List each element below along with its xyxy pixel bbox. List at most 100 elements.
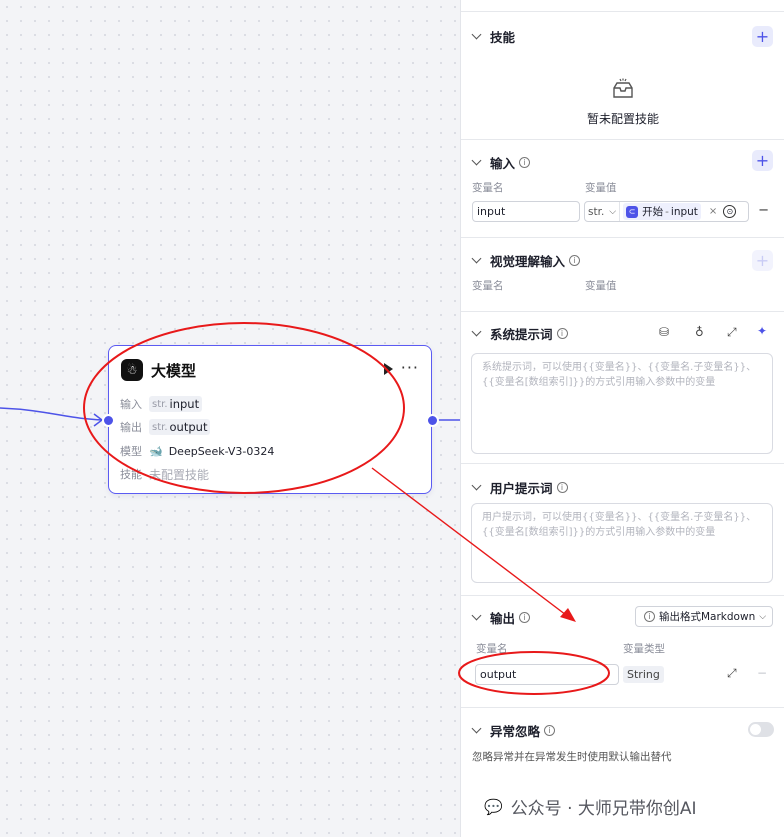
output-var-name-value: output bbox=[480, 668, 517, 681]
info-icon: i bbox=[519, 156, 531, 168]
incoming-edge-arrow bbox=[93, 413, 104, 427]
inputs-title: 输入 bbox=[490, 155, 516, 171]
skill-row-label: 技能 bbox=[120, 468, 142, 481]
outputs-title: 输出 bbox=[490, 610, 516, 626]
skill-value: 未配置技能 bbox=[149, 467, 210, 482]
collapse-chevron-icon bbox=[471, 326, 482, 336]
node-model-row: 模型 🐋 DeepSeek-V3-0324 bbox=[120, 442, 274, 460]
remove-input-icon[interactable]: − bbox=[758, 203, 769, 218]
skills-section: 技能 + 暂未配置技能 bbox=[461, 11, 784, 140]
model-name: DeepSeek-V3-0324 bbox=[168, 444, 275, 458]
output-format-select[interactable]: i 输出格式 Markdown ⌵ bbox=[635, 606, 773, 627]
input-var-name-field[interactable]: input bbox=[472, 201, 580, 222]
vision-title: 视觉理解输入 bbox=[490, 253, 566, 269]
info-icon: i bbox=[556, 481, 568, 493]
input-chip: str. input bbox=[149, 396, 203, 412]
more-options-icon[interactable]: ··· bbox=[401, 358, 419, 377]
remove-output-icon[interactable]: − bbox=[757, 666, 767, 680]
output-var-type-badge: String bbox=[623, 666, 664, 683]
outputs-header[interactable]: 输出 i bbox=[471, 607, 531, 627]
wechat-icon: 💬 bbox=[484, 797, 503, 816]
expand-icon[interactable]: ⤢ bbox=[727, 325, 737, 340]
start-node-icon: ⊂ bbox=[626, 205, 639, 218]
prompt-library-icon[interactable]: ⛁ bbox=[659, 325, 669, 339]
variable-reference-chip[interactable]: ⊂ 开始 - input bbox=[623, 203, 701, 220]
incoming-edge bbox=[0, 407, 109, 421]
vision-input-section: 视觉理解输入 i + 变量名 变量值 bbox=[461, 238, 784, 312]
output-col-name-label: 变量名 bbox=[476, 643, 508, 655]
skills-header[interactable]: 技能 bbox=[471, 26, 516, 46]
input-row-label: 输入 bbox=[120, 398, 142, 411]
output-port[interactable] bbox=[426, 414, 439, 427]
add-input-button[interactable]: + bbox=[752, 150, 773, 171]
collapse-chevron-icon bbox=[471, 610, 482, 620]
node-title: 大模型 bbox=[151, 361, 197, 380]
output-row-label: 输出 bbox=[120, 421, 142, 434]
model-row-label: 模型 bbox=[120, 445, 142, 458]
clear-reference-icon[interactable]: × bbox=[709, 206, 717, 217]
system-prompt-section: 系统提示词 i ⛁ ♁ ⤢ ✦ 系统提示词，可以使用{{变量名}}、{{变量名.… bbox=[461, 312, 784, 464]
user-prompt-section: 用户提示词 i 用户提示词，可以使用{{变量名}}、{{变量名.子变量名}}、{… bbox=[461, 464, 784, 596]
watermark-text: 公众号 · 大师兄带你创AI bbox=[510, 799, 697, 819]
collapse-chevron-icon bbox=[471, 155, 482, 165]
inputs-header[interactable]: 输入 i bbox=[471, 152, 531, 172]
user-prompt-header[interactable]: 用户提示词 i bbox=[471, 477, 568, 497]
inputs-section: 输入 i + 变量名 变量值 input str. ⌵ ⊂ 开始 - input… bbox=[461, 140, 784, 238]
chevron-down-icon: ⌵ bbox=[609, 206, 617, 217]
type-select-value: str. bbox=[588, 205, 605, 218]
deepseek-whale-icon: 🐋 bbox=[149, 444, 163, 458]
ref-var: input bbox=[670, 205, 698, 218]
node-skill-row: 技能 未配置技能 bbox=[120, 465, 209, 483]
output-type: str. bbox=[152, 421, 168, 433]
empty-box-icon bbox=[613, 78, 633, 98]
ai-optimize-icon[interactable]: ✦ bbox=[757, 324, 767, 338]
add-vision-input-button[interactable]: + bbox=[752, 250, 773, 271]
type-select[interactable]: str. ⌵ bbox=[585, 202, 621, 221]
output-col-type-label: 变量类型 bbox=[623, 643, 665, 655]
outputs-section: 输出 i i 输出格式 Markdown ⌵ 变量名 变量类型 output S… bbox=[461, 596, 784, 708]
node-output-row: 输出 str. output bbox=[120, 418, 211, 436]
info-icon: i bbox=[519, 611, 531, 623]
collapse-chevron-icon bbox=[471, 723, 482, 733]
expand-icon[interactable]: ⤢ bbox=[727, 666, 737, 681]
input-port[interactable] bbox=[102, 414, 115, 427]
input-name: input bbox=[169, 397, 200, 411]
input-var-name-value: input bbox=[477, 205, 506, 218]
input-col-value-label: 变量值 bbox=[585, 182, 617, 194]
output-name: output bbox=[169, 420, 208, 434]
collapse-chevron-icon bbox=[471, 480, 482, 490]
system-prompt-title: 系统提示词 bbox=[490, 326, 553, 342]
system-prompt-placeholder: 系统提示词，可以使用{{变量名}}、{{变量名.子变量名}}、{{变量名[数组索… bbox=[482, 362, 757, 388]
info-icon: i bbox=[569, 254, 581, 266]
skills-title: 技能 bbox=[490, 29, 516, 45]
exception-toggle[interactable] bbox=[748, 722, 774, 737]
input-type: str. bbox=[152, 398, 168, 410]
exception-header[interactable]: 异常忽略 i bbox=[471, 720, 556, 740]
collapse-chevron-icon bbox=[471, 29, 482, 39]
info-icon: i bbox=[544, 724, 556, 736]
node-config-panel: 技能 + 暂未配置技能 输入 i + 变量名 变量值 input str. ⌵ bbox=[460, 0, 784, 837]
vision-col-value-label: 变量值 bbox=[585, 280, 617, 292]
chevron-down-icon: ⌵ bbox=[759, 611, 767, 622]
llm-logo-icon: ☃ bbox=[121, 359, 143, 381]
system-prompt-textarea[interactable]: 系统提示词，可以使用{{变量名}}、{{变量名.子变量名}}、{{变量名[数组索… bbox=[471, 353, 773, 454]
user-prompt-textarea[interactable]: 用户提示词，可以使用{{变量名}}、{{变量名.子变量名}}、{{变量名[数组索… bbox=[471, 503, 773, 583]
system-prompt-header[interactable]: 系统提示词 i bbox=[471, 323, 568, 343]
vision-header[interactable]: 视觉理解输入 i bbox=[471, 250, 581, 270]
run-node-icon[interactable] bbox=[384, 363, 393, 375]
output-var-name-field[interactable]: output bbox=[475, 664, 619, 685]
input-value-field[interactable]: str. ⌵ ⊂ 开始 - input × ⊙ bbox=[584, 201, 749, 222]
node-header: ☃ 大模型 bbox=[121, 358, 196, 382]
exception-description: 忽略异常并在异常发生时使用默认输出替代 bbox=[472, 751, 672, 763]
vision-col-name-label: 变量名 bbox=[472, 280, 504, 292]
output-chip: str. output bbox=[149, 419, 211, 435]
add-skill-button[interactable]: + bbox=[752, 26, 773, 47]
workflow-canvas[interactable]: ☃ 大模型 ··· 输入 str. input 输出 str. output 模… bbox=[0, 0, 462, 837]
info-icon: i bbox=[556, 327, 568, 339]
ref-separator: - bbox=[665, 205, 669, 218]
lightbulb-icon[interactable]: ♁ bbox=[695, 325, 704, 339]
llm-node[interactable]: ☃ 大模型 ··· 输入 str. input 输出 str. output 模… bbox=[108, 345, 432, 494]
variable-picker-icon[interactable]: ⊙ bbox=[723, 205, 737, 218]
input-col-name-label: 变量名 bbox=[472, 182, 504, 194]
output-format-label: 输出格式 bbox=[659, 611, 701, 623]
